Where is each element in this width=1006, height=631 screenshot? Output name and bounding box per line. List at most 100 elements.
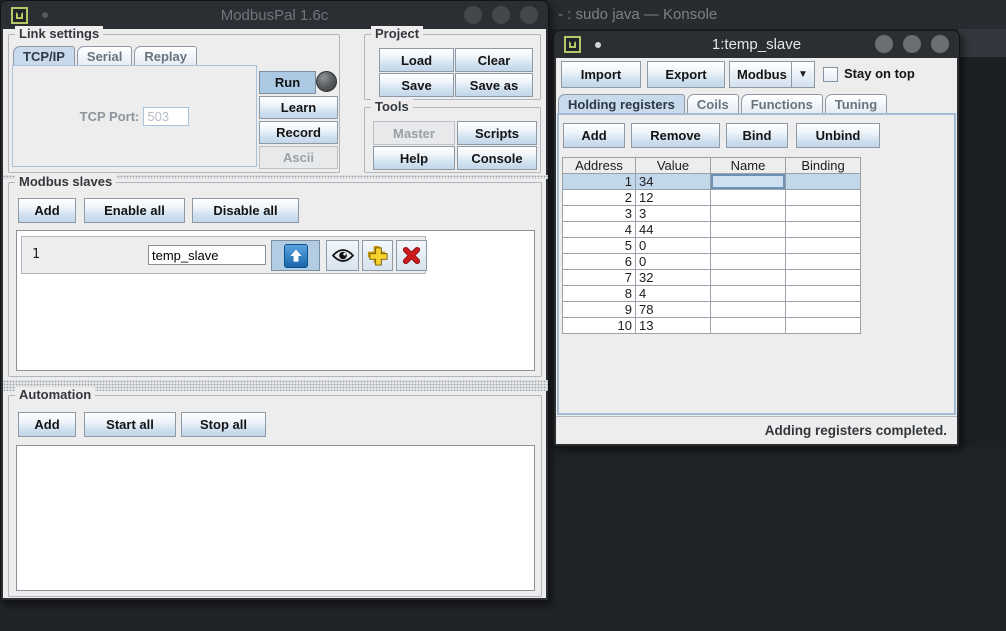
- table-row[interactable]: 732: [563, 270, 861, 286]
- cell-name[interactable]: [711, 190, 786, 206]
- register-bind-button[interactable]: Bind: [726, 123, 788, 148]
- tab-serial[interactable]: Serial: [77, 46, 132, 65]
- cell-binding[interactable]: [786, 270, 861, 286]
- cell-address[interactable]: 5: [563, 238, 636, 254]
- cell-address[interactable]: 3: [563, 206, 636, 222]
- cell-name[interactable]: [711, 238, 786, 254]
- column-header-value[interactable]: Value: [636, 158, 711, 174]
- disable-all-button[interactable]: Disable all: [192, 198, 299, 223]
- cell-address[interactable]: 8: [563, 286, 636, 302]
- table-row[interactable]: 1013: [563, 318, 861, 334]
- column-header-name[interactable]: Name: [711, 158, 786, 174]
- tcp-port-input[interactable]: [143, 107, 189, 126]
- minimize-button[interactable]: [875, 35, 893, 53]
- cell-name[interactable]: [711, 254, 786, 270]
- table-row[interactable]: 33: [563, 206, 861, 222]
- cell-address[interactable]: 6: [563, 254, 636, 270]
- tab-tuning[interactable]: Tuning: [825, 94, 887, 113]
- save-button[interactable]: Save: [379, 73, 454, 97]
- table-row[interactable]: 134: [563, 174, 861, 190]
- cell-binding[interactable]: [786, 302, 861, 318]
- cell-value[interactable]: 44: [636, 222, 711, 238]
- modbuspal-titlebar[interactable]: ModbusPal 1.6c: [1, 1, 548, 29]
- temp-slave-titlebar[interactable]: 1:temp_slave: [554, 31, 959, 58]
- table-row[interactable]: 84: [563, 286, 861, 302]
- cell-name[interactable]: [711, 302, 786, 318]
- slave-add-button[interactable]: Add: [18, 198, 76, 223]
- cell-value[interactable]: 3: [636, 206, 711, 222]
- cell-value[interactable]: 0: [636, 254, 711, 270]
- tab-tcpip[interactable]: TCP/IP: [13, 46, 75, 65]
- cell-address[interactable]: 7: [563, 270, 636, 286]
- enable-slave-toggle[interactable]: [271, 240, 320, 271]
- enable-all-button[interactable]: Enable all: [84, 198, 185, 223]
- table-row[interactable]: 444: [563, 222, 861, 238]
- cell-name[interactable]: [711, 206, 786, 222]
- record-button[interactable]: Record: [259, 121, 338, 144]
- slave-name-input[interactable]: [148, 245, 266, 265]
- cell-binding[interactable]: [786, 286, 861, 302]
- cell-address[interactable]: 1: [563, 174, 636, 190]
- tab-holding-registers[interactable]: Holding registers: [558, 94, 685, 113]
- slave-row[interactable]: 1: [21, 236, 426, 274]
- table-row[interactable]: 50: [563, 238, 861, 254]
- cell-value[interactable]: 78: [636, 302, 711, 318]
- maximize-button[interactable]: [492, 6, 510, 24]
- table-row[interactable]: 60: [563, 254, 861, 270]
- stay-on-top-checkbox[interactable]: [823, 67, 838, 82]
- load-button[interactable]: Load: [379, 48, 454, 72]
- column-header-binding[interactable]: Binding: [786, 158, 861, 174]
- cell-binding[interactable]: [786, 206, 861, 222]
- cell-value[interactable]: 4: [636, 286, 711, 302]
- cell-address[interactable]: 2: [563, 190, 636, 206]
- table-row[interactable]: 212: [563, 190, 861, 206]
- cell-binding[interactable]: [786, 222, 861, 238]
- cell-binding[interactable]: [786, 238, 861, 254]
- cell-binding[interactable]: [786, 318, 861, 334]
- cell-name[interactable]: [711, 318, 786, 334]
- cell-name[interactable]: [711, 174, 786, 190]
- ascii-button[interactable]: Ascii: [259, 146, 338, 169]
- save-as-button[interactable]: Save as: [455, 73, 533, 97]
- duplicate-slave-button[interactable]: [362, 240, 393, 271]
- cell-value[interactable]: 32: [636, 270, 711, 286]
- cell-value[interactable]: 34: [636, 174, 711, 190]
- cell-name[interactable]: [711, 286, 786, 302]
- column-header-address[interactable]: Address: [563, 158, 636, 174]
- view-slave-button[interactable]: [326, 240, 359, 271]
- cell-name[interactable]: [711, 222, 786, 238]
- stop-all-button[interactable]: Stop all: [181, 412, 266, 437]
- register-unbind-button[interactable]: Unbind: [796, 123, 880, 148]
- register-add-button[interactable]: Add: [563, 123, 625, 148]
- register-remove-button[interactable]: Remove: [631, 123, 720, 148]
- close-button[interactable]: [520, 6, 538, 24]
- cell-value[interactable]: 12: [636, 190, 711, 206]
- cell-value[interactable]: 0: [636, 238, 711, 254]
- console-button[interactable]: Console: [457, 146, 537, 170]
- cell-address[interactable]: 10: [563, 318, 636, 334]
- delete-slave-button[interactable]: [396, 240, 427, 271]
- automation-add-button[interactable]: Add: [18, 412, 76, 437]
- maximize-button[interactable]: [903, 35, 921, 53]
- cell-address[interactable]: 9: [563, 302, 636, 318]
- cell-binding[interactable]: [786, 254, 861, 270]
- cell-address[interactable]: 4: [563, 222, 636, 238]
- cell-value[interactable]: 13: [636, 318, 711, 334]
- cell-name[interactable]: [711, 270, 786, 286]
- tab-functions[interactable]: Functions: [741, 94, 823, 113]
- import-button[interactable]: Import: [561, 61, 641, 88]
- cell-binding[interactable]: [786, 174, 861, 190]
- learn-button[interactable]: Learn: [259, 96, 338, 119]
- clear-button[interactable]: Clear: [455, 48, 533, 72]
- scripts-button[interactable]: Scripts: [457, 121, 537, 145]
- master-button[interactable]: Master: [373, 121, 455, 145]
- mode-combobox[interactable]: Modbus ▼: [729, 61, 815, 88]
- start-all-button[interactable]: Start all: [84, 412, 176, 437]
- tab-coils[interactable]: Coils: [687, 94, 739, 113]
- export-button[interactable]: Export: [647, 61, 725, 88]
- cell-binding[interactable]: [786, 190, 861, 206]
- run-button[interactable]: Run: [259, 71, 316, 94]
- table-row[interactable]: 978: [563, 302, 861, 318]
- close-button[interactable]: [931, 35, 949, 53]
- tab-replay[interactable]: Replay: [134, 46, 197, 65]
